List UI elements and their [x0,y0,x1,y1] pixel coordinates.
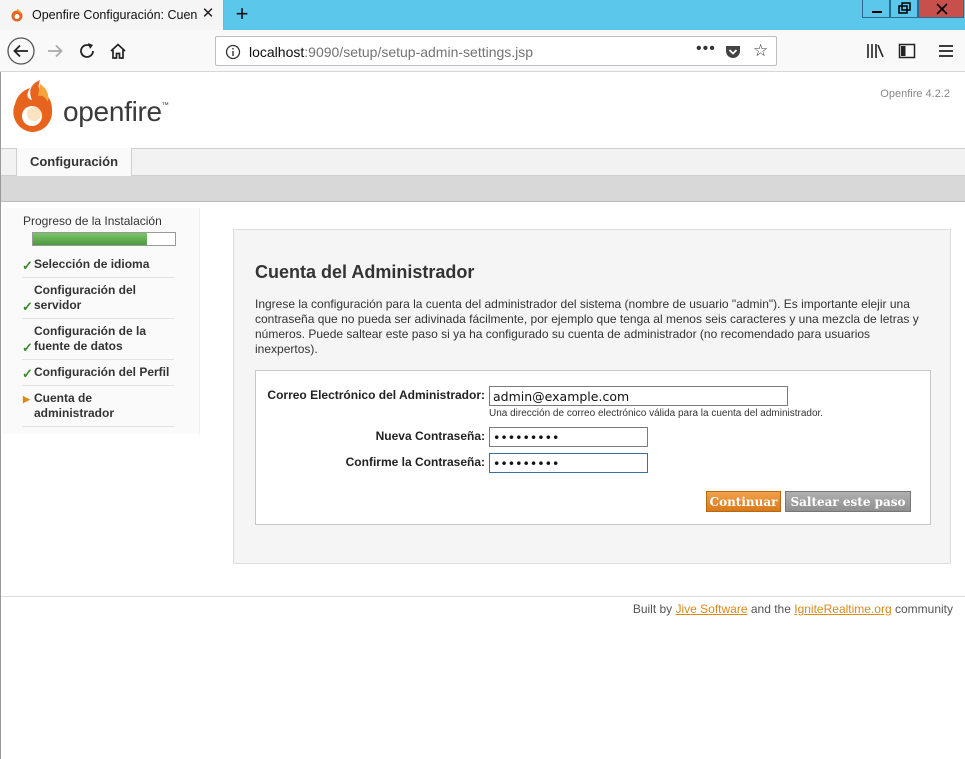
jive-software-link[interactable]: Jive Software [676,602,748,616]
sidebar-toggle-icon[interactable] [896,40,918,62]
page-description: Ingrese la configuración para la cuenta … [255,297,919,356]
sidebar-step: ✓ Selección de idioma [22,252,174,278]
checkmark-icon: ✓ [22,366,33,381]
email-field[interactable]: admin@example.com [489,386,788,406]
home-icon[interactable] [103,36,133,66]
version-label: Openfire 4.2.2 [880,88,950,100]
url-bar[interactable]: localhost:9090/setup/setup-admin-setting… [215,36,777,66]
sidebar-step-label: Cuenta de administrador [34,391,115,420]
igniterealtime-link[interactable]: IgniteRealtime.org [794,602,891,616]
main-nav: Configuración [0,148,965,176]
browser-toolbar: localhost:9090/setup/setup-admin-setting… [0,30,965,72]
checkmark-icon: ✓ [22,299,33,314]
browser-titlebar: Openfire Configuración: Cuent ✕ + [0,0,965,30]
restore-button[interactable] [890,0,918,18]
sidebar-step: ✓ Configuración de la fuente de datos [22,319,174,360]
subnav-band [0,176,965,202]
tab-configuracion[interactable]: Configuración [16,148,132,176]
bookmark-star-icon[interactable]: ☆ [753,41,768,61]
content-panel: Cuenta del Administrador Ingrese la conf… [233,229,951,564]
step-list: ✓ Selección de idioma ✓ Configuración del s… [22,252,174,427]
sidebar-step: ✓ Configuración del Perfil [22,360,174,386]
info-icon[interactable] [225,44,241,60]
minimize-icon [872,11,882,13]
menu-icon[interactable] [935,40,957,62]
password-field[interactable]: ••••••••• [489,427,648,447]
skip-step-button[interactable]: Saltear este paso [785,491,911,512]
page-title: Cuenta del Administrador [255,262,475,282]
footer-divider [0,596,965,597]
install-progress-sidebar: Progreso de la Instalación ✓ Selección de… [2,208,200,434]
footer-suffix: community [891,602,953,616]
sidebar-step: ✓ Configuración del servidor [22,278,174,319]
new-tab-button[interactable]: + [232,3,252,25]
openfire-wordmark: openfire™ [63,96,169,128]
progress-fill [33,233,147,245]
back-icon[interactable] [6,36,36,66]
sidebar-step: ▶ Cuenta de administrador [22,386,174,427]
close-icon [936,3,948,15]
logo-text: openfire [63,96,162,127]
footer-prefix: Built by [632,602,676,616]
current-step-arrow-icon: ▶ [23,394,30,404]
url-path: :9090/setup/setup-admin-settings.jsp [304,44,534,60]
progress-title: Progreso de la Instalación [23,214,162,228]
restore-icon [898,2,911,14]
confirm-password-label: Confirme la Contraseña: [345,455,485,469]
browser-tab[interactable]: Openfire Configuración: Cuent ✕ [0,0,224,30]
library-icon[interactable] [864,40,886,62]
install-progress-bar [32,232,176,246]
url-host: localhost [249,44,305,60]
reload-icon[interactable] [72,36,102,66]
sidebar-step-label: Selección de idioma [34,257,150,271]
admin-form: Correo Electrónico del Administrador: ad… [255,370,931,525]
forward-icon[interactable] [40,36,70,66]
email-label: Correo Electrónico del Administrador: [267,388,485,402]
sidebar-step-label: Configuración de la fuente de datos [34,324,147,353]
sidebar-step-label: Configuración del servidor [34,283,136,312]
password-label: Nueva Contraseña: [375,429,485,443]
continue-button[interactable]: Continuar [706,491,781,512]
openfire-favicon-icon [11,9,23,22]
pocket-icon[interactable] [724,43,742,61]
footer-middle: and the [747,602,795,616]
page-actions-icon[interactable]: ••• [696,40,716,58]
openfire-logo-icon [13,80,53,132]
confirm-password-field[interactable]: ••••••••• [489,453,648,473]
minimize-button[interactable] [862,0,890,18]
window-close-button[interactable] [918,0,964,18]
url-text[interactable]: localhost:9090/setup/setup-admin-setting… [249,44,533,60]
footer: Built by Jive Software and the IgniteRea… [633,602,953,616]
checkmark-icon: ✓ [22,258,33,273]
logo-tm: ™ [161,102,169,109]
page-left-border [0,72,1,759]
sidebar-step-label: Configuración del Perfil [34,365,170,379]
email-hint: Una dirección de correo electrónico váli… [489,408,824,419]
tab-close-icon[interactable]: ✕ [200,5,216,23]
page-viewport: openfire™ Openfire 4.2.2 Configuración P… [0,72,965,759]
tab-title: Openfire Configuración: Cuent [32,8,197,22]
checkmark-icon: ✓ [22,340,33,355]
